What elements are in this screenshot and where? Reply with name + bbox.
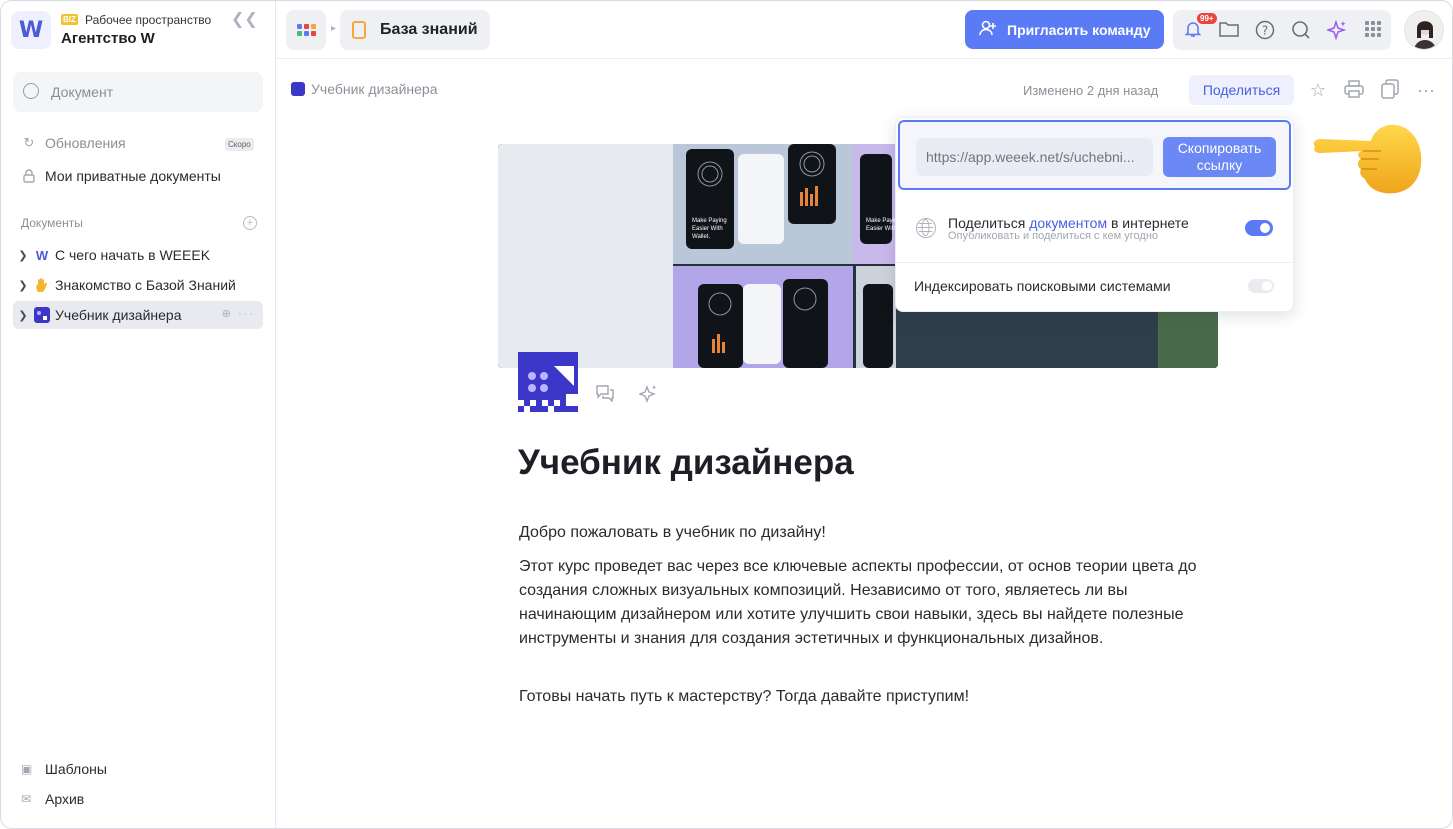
chevron-right-icon[interactable]: ❯ <box>13 309 33 322</box>
svg-text:Wallet.: Wallet. <box>692 234 710 240</box>
refresh-icon: ↻ <box>23 135 35 150</box>
ai-sparkle-icon[interactable] <box>638 384 660 406</box>
chevron-right-icon[interactable]: ❯ <box>13 249 33 262</box>
svg-text:Make Paying: Make Paying <box>692 218 727 224</box>
chevron-right-icon[interactable]: ❯ <box>13 279 33 292</box>
paragraph[interactable]: Добро пожаловать в учебник по дизайну! <box>519 521 1199 545</box>
pattern-icon <box>33 307 51 323</box>
copy-link-button[interactable]: Скопировать ссылку <box>1163 137 1276 177</box>
documents-section-title: Документы <box>21 216 83 230</box>
plan-badge: BIZ <box>61 14 78 25</box>
doc-breadcrumb-label: Учебник дизайнера <box>311 81 438 97</box>
index-label: Индексировать поисковыми системами <box>914 278 1171 294</box>
toolbar-group: 99+ ? <box>1173 10 1391 50</box>
sidebar-item-label: Мои приватные документы <box>45 168 221 184</box>
share-link-field[interactable] <box>916 138 1153 176</box>
index-toggle[interactable] <box>1248 279 1274 293</box>
globe-icon <box>916 218 936 238</box>
breadcrumb-separator-icon: ▸ <box>331 23 337 34</box>
file-icon <box>352 21 366 39</box>
copy-label: Скопировать <box>1177 140 1262 156</box>
pattern-icon <box>291 82 305 96</box>
document-title[interactable]: Учебник дизайнера <box>518 443 854 483</box>
pointing-hand-icon <box>1309 119 1424 199</box>
sidebar-item-archive[interactable]: ✉ Архив <box>21 789 84 809</box>
sidebar-doc-getting-started[interactable]: ❯ W С чего начать в WEEEK <box>13 241 263 269</box>
comments-icon[interactable] <box>594 384 616 406</box>
templates-icon: ▣ <box>21 762 33 776</box>
sidebar-item-templates[interactable]: ▣ Шаблоны <box>21 759 107 779</box>
workspace-name: Агентство W <box>61 30 155 47</box>
publish-title: Поделиться документом в интернете <box>948 215 1189 231</box>
folder-icon[interactable] <box>1219 20 1239 40</box>
publish-text: в интернете <box>1107 215 1189 231</box>
sidebar-item-label: Архив <box>45 791 85 807</box>
workspace-logo: W <box>11 11 51 49</box>
ai-sparkle-icon[interactable] <box>1325 19 1347 41</box>
add-document-icon[interactable]: + <box>243 216 257 230</box>
collapse-sidebar-icon[interactable]: ❮❮ <box>231 9 258 29</box>
notifications-badge: 99+ <box>1197 13 1217 24</box>
apps-menu-button[interactable] <box>286 10 326 50</box>
share-popup: Скопировать ссылку Поделиться документом… <box>895 117 1295 312</box>
svg-text:Easier With: Easier With <box>866 226 897 232</box>
invite-label: Пригласить команду <box>1007 21 1151 38</box>
more-icon[interactable]: ··· <box>1415 79 1437 101</box>
sidebar-item-updates[interactable]: ↻ Обновления <box>21 132 126 154</box>
copy-label: ссылку <box>1196 157 1243 173</box>
modified-timestamp: Изменено 2 дня назад <box>1023 83 1159 98</box>
share-button[interactable]: Поделиться <box>1189 75 1294 105</box>
print-icon[interactable] <box>1343 79 1365 101</box>
sidebar: W BIZ Рабочее пространство Агентство W ❮… <box>1 1 276 828</box>
divider <box>896 262 1295 263</box>
doc-label: Учебник дизайнера <box>55 307 182 323</box>
lock-icon <box>21 168 37 184</box>
search-icon[interactable] <box>1291 20 1311 40</box>
doc-label: С чего начать в WEEEK <box>55 247 211 263</box>
help-icon[interactable]: ? <box>1255 20 1275 40</box>
copy-icon[interactable] <box>1379 79 1401 101</box>
top-bar: ▸ База знаний Пригласить команду 99+ ? <box>276 1 1452 59</box>
breadcrumb-label: База знаний <box>380 21 478 38</box>
paragraph[interactable]: Готовы начать путь к мастерству? Тогда д… <box>519 685 1199 709</box>
sidebar-item-label: Обновления <box>45 135 126 151</box>
user-avatar[interactable] <box>1404 10 1444 50</box>
archive-icon: ✉ <box>21 792 32 806</box>
app-window: W BIZ Рабочее пространство Агентство W ❮… <box>0 0 1453 829</box>
workspace-label: Рабочее пространство <box>85 13 212 27</box>
search-icon <box>23 83 39 99</box>
svg-text:?: ? <box>1262 24 1268 38</box>
search-input[interactable] <box>51 82 251 102</box>
search-field[interactable] <box>13 72 263 112</box>
workspace-switcher[interactable]: W BIZ Рабочее пространство Агентство W <box>11 11 266 49</box>
doc-label: Знакомство с Базой Знаний <box>55 277 236 293</box>
document-cover-icon[interactable] <box>518 352 578 412</box>
sidebar-doc-designer-tutorial[interactable]: ❯ Учебник дизайнера ⊕ ··· <box>13 301 263 329</box>
publish-toggle[interactable] <box>1245 220 1273 236</box>
publish-doc-link[interactable]: документом <box>1029 215 1107 231</box>
share-link-box: Скопировать ссылку <box>898 120 1291 190</box>
add-user-icon <box>979 20 997 40</box>
sidebar-item-label: Шаблоны <box>45 761 107 777</box>
doc-actions-icon[interactable]: ⊕ ··· <box>222 307 255 320</box>
publish-subtitle: Опубликовать и поделиться с кем угодно <box>948 230 1159 242</box>
weeek-logo-icon: W <box>35 247 49 263</box>
hand-emoji-icon <box>33 277 51 293</box>
publish-text: Поделиться <box>948 215 1030 231</box>
star-icon[interactable]: ☆ <box>1307 79 1329 101</box>
soon-badge: Скоро <box>225 138 254 151</box>
doc-breadcrumb[interactable]: Учебник дизайнера <box>291 81 438 97</box>
sidebar-doc-knowledge-base[interactable]: ❯ Знакомство с Базой Знаний <box>13 271 263 299</box>
breadcrumb-knowledge-base[interactable]: База знаний <box>340 10 490 50</box>
sidebar-item-private-docs[interactable]: Мои приватные документы <box>21 165 221 187</box>
grid-menu-icon[interactable] <box>1363 20 1383 40</box>
invite-team-button[interactable]: Пригласить команду <box>965 10 1164 49</box>
svg-text:Easier With: Easier With <box>692 226 723 232</box>
paragraph[interactable]: Этот курс проведет вас через все ключевы… <box>519 555 1199 651</box>
